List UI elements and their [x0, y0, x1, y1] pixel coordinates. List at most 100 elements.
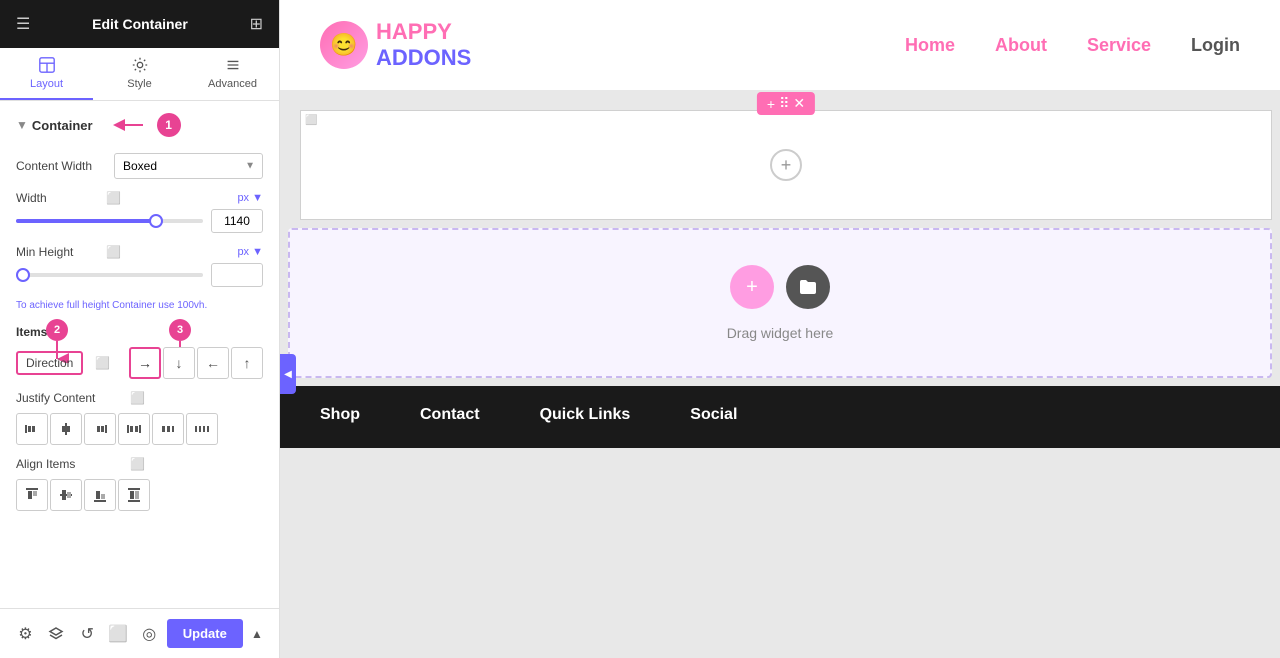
direction-left-btn[interactable]: ← — [197, 347, 229, 379]
tab-advanced[interactable]: Advanced — [186, 48, 279, 100]
nav-about[interactable]: About — [995, 35, 1047, 56]
badge-1-annotation: 1 — [113, 113, 181, 137]
width-unit[interactable]: px ▼ — [237, 192, 263, 204]
minheight-input[interactable] — [211, 263, 263, 287]
direction-buttons: → ↓ ← ↑ — [129, 347, 263, 379]
justify-content-label: Justify Content — [16, 391, 126, 405]
justify-content-row: Justify Content ⬜ — [16, 391, 263, 405]
minheight-slider-row — [16, 263, 263, 287]
justify-content-buttons — [16, 413, 263, 445]
align-btn-group — [16, 479, 263, 511]
panel-title: Edit Container — [92, 16, 188, 32]
footer-contact: Contact — [420, 406, 480, 428]
minheight-row: Min Height ⬜ px ▼ — [16, 245, 263, 259]
panel-header: ☰ Edit Container ⊞ — [0, 0, 279, 48]
visibility-tool-btn[interactable]: ◎ — [136, 618, 163, 650]
footer-quicklinks: Quick Links — [540, 406, 631, 428]
grid-icon[interactable]: ⊞ — [250, 14, 263, 34]
section-close-btn[interactable]: ✕ — [793, 95, 805, 112]
site-nav: 😊 HAPPY ADDONS Home About Service Login — [280, 0, 1280, 90]
content-width-select[interactable]: Boxed Full Width — [114, 153, 263, 179]
left-panel: ☰ Edit Container ⊞ Layout Style Advanced — [0, 0, 280, 658]
justify-end-btn[interactable] — [84, 413, 116, 445]
section-add-btn[interactable]: + — [767, 96, 775, 112]
direction-label[interactable]: Direction — [16, 351, 83, 375]
footer-social-title: Social — [690, 406, 737, 424]
minheight-slider[interactable] — [16, 273, 203, 277]
site-logo: 😊 HAPPY ADDONS — [320, 19, 471, 71]
justify-space-around-btn[interactable] — [152, 413, 184, 445]
align-items-row: Align Items ⬜ — [16, 457, 263, 471]
drop-section[interactable]: + Drag widget here — [288, 228, 1272, 378]
direction-right-btn[interactable]: → — [129, 347, 161, 379]
footer-shop: Shop — [320, 406, 360, 428]
minheight-label: Min Height — [16, 245, 106, 259]
footer-social: Social — [690, 406, 737, 428]
direction-area: 2 3 — [16, 347, 263, 379]
canvas-area: 😊 HAPPY ADDONS Home About Service Login … — [280, 0, 1280, 658]
justify-btn-group — [16, 413, 263, 445]
footer-shop-title: Shop — [320, 406, 360, 424]
update-button[interactable]: Update — [167, 619, 243, 648]
edit-section-1-wrap: + ⠿ ✕ ⬜ + — [300, 110, 1272, 220]
panel-bottom-toolbar: ⚙ ↺ ⬜ ◎ Update ▲ — [0, 608, 279, 658]
collapse-toggle[interactable]: ◀ — [280, 354, 296, 394]
justify-start-btn[interactable] — [16, 413, 48, 445]
items-area: Items 2 — [16, 325, 263, 511]
align-center-btn[interactable] — [50, 479, 82, 511]
nav-login[interactable]: Login — [1191, 35, 1240, 56]
justify-space-evenly-btn[interactable] — [186, 413, 218, 445]
section-toolbar: + ⠿ ✕ — [757, 92, 815, 115]
chevron-up-btn[interactable]: ▲ — [247, 622, 267, 646]
content-width-row: Content Width Boxed Full Width ▼ — [16, 153, 263, 179]
drop-buttons: + — [730, 265, 830, 309]
edit-section-1: ⬜ + — [300, 110, 1272, 220]
width-label: Width — [16, 191, 106, 205]
footer-quicklinks-title: Quick Links — [540, 406, 631, 424]
nav-service[interactable]: Service — [1087, 35, 1151, 56]
direction-responsive-icon: ⬜ — [95, 356, 110, 370]
align-stretch-btn[interactable] — [118, 479, 150, 511]
width-row: Width ⬜ px ▼ — [16, 191, 263, 205]
drop-text: Drag widget here — [727, 325, 834, 341]
justify-responsive-icon: ⬜ — [130, 391, 145, 405]
align-items-label: Align Items — [16, 457, 126, 471]
panel-content: ▼ Container 1 Content Width — [0, 101, 279, 608]
tab-style[interactable]: Style — [93, 48, 186, 100]
nav-home[interactable]: Home — [905, 35, 955, 56]
content-width-label: Content Width — [16, 159, 106, 173]
logo-top: HAPPY — [376, 19, 471, 45]
drop-add-btn[interactable]: + — [730, 265, 774, 309]
hamburger-icon[interactable]: ☰ — [16, 14, 30, 34]
tab-advanced-label: Advanced — [208, 78, 257, 90]
direction-down-btn[interactable]: ↓ — [163, 347, 195, 379]
tab-style-label: Style — [127, 78, 151, 90]
align-start-btn[interactable] — [16, 479, 48, 511]
tab-layout-label: Layout — [30, 78, 63, 90]
direction-up-btn[interactable]: ↑ — [231, 347, 263, 379]
logo-bottom: ADDONS — [376, 45, 471, 71]
panel-tabs: Layout Style Advanced — [0, 48, 279, 101]
width-input[interactable] — [211, 209, 263, 233]
section-move-btn[interactable]: ⠿ — [779, 95, 789, 112]
minheight-unit[interactable]: px ▼ — [237, 246, 263, 258]
layers-tool-btn[interactable] — [43, 618, 70, 650]
align-items-buttons — [16, 479, 263, 511]
logo-text: HAPPY ADDONS — [376, 19, 471, 71]
minheight-hint: To achieve full height Container use 100… — [16, 299, 263, 313]
justify-center-btn[interactable] — [50, 413, 82, 445]
width-slider-row — [16, 209, 263, 233]
drop-folder-btn[interactable] — [786, 265, 830, 309]
responsive-tool-btn[interactable]: ⬜ — [105, 618, 132, 650]
width-slider[interactable] — [16, 219, 203, 223]
footer-contact-title: Contact — [420, 406, 480, 424]
section-plus-btn[interactable]: + — [770, 149, 802, 181]
justify-space-between-btn[interactable] — [118, 413, 150, 445]
settings-tool-btn[interactable]: ⚙ — [12, 618, 39, 650]
badge-1: 1 — [157, 113, 181, 137]
tab-layout[interactable]: Layout — [0, 48, 93, 100]
align-end-btn[interactable] — [84, 479, 116, 511]
history-tool-btn[interactable]: ↺ — [74, 618, 101, 650]
items-label: Items — [16, 325, 263, 339]
canvas-scroll[interactable]: ◀ + ⠿ ✕ ⬜ + + Drag widget here — [280, 90, 1280, 658]
